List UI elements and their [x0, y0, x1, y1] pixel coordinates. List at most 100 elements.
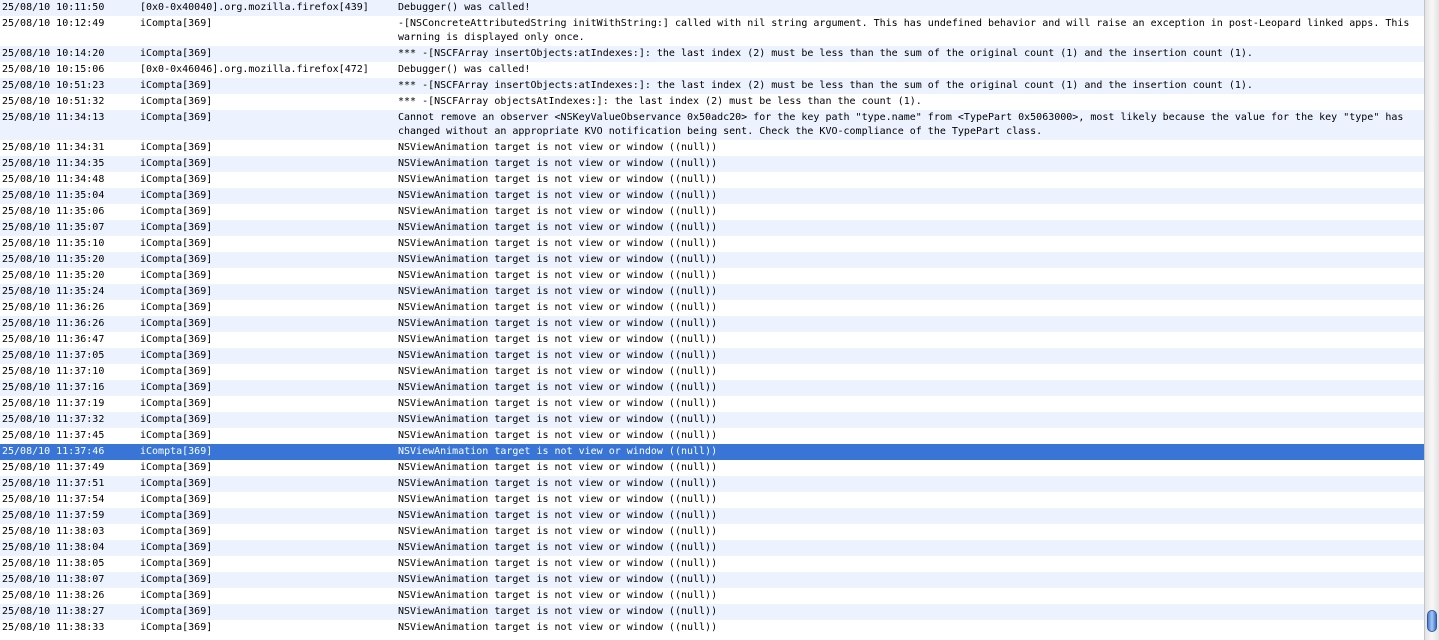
- log-row-message: NSViewAnimation target is not view or wi…: [398, 302, 718, 313]
- log-row[interactable]: 25/08/10 10:51:23 iCompta[369] *** -[NSCFA…: [0, 78, 1424, 94]
- log-row-message: NSViewAnimation target is not view or wi…: [398, 382, 718, 393]
- log-table[interactable]: 25/08/10 10:11:50 [0x0-0x40040].org.mozil…: [0, 0, 1424, 636]
- log-row-message: Cannot remove an observer <NSKeyValueObs…: [398, 112, 1404, 137]
- log-row[interactable]: 25/08/10 10:12:49 iCompta[369] -[NSConcret…: [0, 16, 1424, 46]
- log-row-message: NSViewAnimation target is not view or wi…: [398, 318, 718, 329]
- log-row-message: *** -[NSCFArray objectsAtIndexes:]: the …: [398, 96, 922, 107]
- log-row-message: NSViewAnimation target is not view or wi…: [398, 542, 718, 553]
- log-row-message: NSViewAnimation target is not view or wi…: [398, 350, 718, 361]
- log-row-time: 25/08/10 11:37:16: [2, 382, 105, 393]
- log-row-message: NSViewAnimation target is not view or wi…: [398, 398, 718, 409]
- log-row-time: 25/08/10 11:37:05: [2, 350, 105, 361]
- log-row-message: NSViewAnimation target is not view or wi…: [398, 526, 718, 537]
- log-row[interactable]: 25/08/10 11:36:26 iCompta[369] NSViewAnima…: [0, 316, 1424, 332]
- log-row[interactable]: 25/08/10 11:37:16 iCompta[369] NSViewAnima…: [0, 380, 1424, 396]
- log-row-sender: iCompta[369]: [140, 462, 213, 473]
- log-row-message: NSViewAnimation target is not view or wi…: [398, 462, 718, 473]
- log-row[interactable]: 25/08/10 11:37:32 iCompta[369] NSViewAnima…: [0, 412, 1424, 428]
- log-row-message: Debugger() was called!: [398, 2, 531, 13]
- log-row[interactable]: 25/08/10 11:34:48 iCompta[369] NSViewAnima…: [0, 172, 1424, 188]
- log-row[interactable]: 25/08/10 11:37:51 iCompta[369] NSViewAnima…: [0, 476, 1424, 492]
- log-row-sender: iCompta[369]: [140, 112, 213, 123]
- vertical-scrollbar[interactable]: [1424, 0, 1439, 640]
- log-row[interactable]: 25/08/10 11:35:06 iCompta[369] NSViewAnima…: [0, 204, 1424, 220]
- log-row-message: NSViewAnimation target is not view or wi…: [398, 446, 718, 457]
- log-row-time: 25/08/10 11:37:59: [2, 510, 105, 521]
- log-row-message: NSViewAnimation target is not view or wi…: [398, 270, 718, 281]
- log-row-time: 25/08/10 10:15:06: [2, 64, 105, 75]
- log-row-time: 25/08/10 11:34:31: [2, 142, 105, 153]
- log-row-message: NSViewAnimation target is not view or wi…: [398, 574, 718, 585]
- log-row-sender: iCompta[369]: [140, 190, 213, 201]
- log-row[interactable]: 25/08/10 11:35:10 iCompta[369] NSViewAnima…: [0, 236, 1424, 252]
- log-row[interactable]: 25/08/10 11:37:19 iCompta[369] NSViewAnima…: [0, 396, 1424, 412]
- log-row-message: -[NSConcreteAttributedString initWithStr…: [398, 18, 1410, 43]
- log-row[interactable]: 25/08/10 11:35:20 iCompta[369] NSViewAnima…: [0, 268, 1424, 284]
- log-row[interactable]: 25/08/10 11:35:04 iCompta[369] NSViewAnima…: [0, 188, 1424, 204]
- console-log-view: 25/08/10 10:11:50 [0x0-0x40040].org.mozil…: [0, 0, 1439, 640]
- log-row[interactable]: 25/08/10 11:37:49 iCompta[369] NSViewAnima…: [0, 460, 1424, 476]
- log-row-time: 25/08/10 11:35:07: [2, 222, 105, 233]
- log-row-time: 25/08/10 11:36:26: [2, 302, 105, 313]
- log-row[interactable]: 25/08/10 10:51:32 iCompta[369] *** -[NSCFA…: [0, 94, 1424, 110]
- log-row[interactable]: 25/08/10 11:38:27 iCompta[369] NSViewAnima…: [0, 604, 1424, 620]
- log-row-message: NSViewAnimation target is not view or wi…: [398, 254, 718, 265]
- log-row[interactable]: 25/08/10 11:38:26 iCompta[369] NSViewAnima…: [0, 588, 1424, 604]
- log-row-time: 25/08/10 11:37:19: [2, 398, 105, 409]
- log-row[interactable]: 25/08/10 11:34:13 iCompta[369] Cannot remo…: [0, 110, 1424, 140]
- log-row-time: 25/08/10 11:34:35: [2, 158, 105, 169]
- log-row-time: 25/08/10 11:35:04: [2, 190, 105, 201]
- log-row[interactable]: 25/08/10 11:38:07 iCompta[369] NSViewAnima…: [0, 572, 1424, 588]
- log-row-sender: iCompta[369]: [140, 446, 213, 457]
- log-row[interactable]: 25/08/10 11:38:04 iCompta[369] NSViewAnima…: [0, 540, 1424, 556]
- log-row-time: 25/08/10 11:37:54: [2, 494, 105, 505]
- log-row[interactable]: 25/08/10 11:37:46 iCompta[369] NSViewAnima…: [0, 444, 1424, 460]
- log-row-sender: iCompta[369]: [140, 494, 213, 505]
- log-row-sender: iCompta[369]: [140, 18, 213, 29]
- log-row-sender: [0x0-0x40040].org.mozilla.firefox[439]: [140, 2, 369, 13]
- log-row-time: 25/08/10 11:36:47: [2, 334, 105, 345]
- log-row[interactable]: 25/08/10 11:35:24 iCompta[369] NSViewAnima…: [0, 284, 1424, 300]
- log-row[interactable]: 25/08/10 11:37:54 iCompta[369] NSViewAnima…: [0, 492, 1424, 508]
- log-row-time: 25/08/10 11:34:48: [2, 174, 105, 185]
- log-row[interactable]: 25/08/10 11:37:59 iCompta[369] NSViewAnima…: [0, 508, 1424, 524]
- log-row-time: 25/08/10 11:38:26: [2, 590, 105, 601]
- log-row[interactable]: 25/08/10 11:34:31 iCompta[369] NSViewAnima…: [0, 140, 1424, 156]
- log-row[interactable]: 25/08/10 11:37:10 iCompta[369] NSViewAnima…: [0, 364, 1424, 380]
- log-row[interactable]: 25/08/10 11:37:45 iCompta[369] NSViewAnima…: [0, 428, 1424, 444]
- log-row-message: NSViewAnimation target is not view or wi…: [398, 414, 718, 425]
- log-row-sender: iCompta[369]: [140, 158, 213, 169]
- log-row[interactable]: 25/08/10 10:11:50 [0x0-0x40040].org.mozil…: [0, 0, 1424, 16]
- log-row[interactable]: 25/08/10 11:34:35 iCompta[369] NSViewAnima…: [0, 156, 1424, 172]
- log-row-sender: iCompta[369]: [140, 526, 213, 537]
- log-row[interactable]: 25/08/10 10:14:20 iCompta[369] *** -[NSCFA…: [0, 46, 1424, 62]
- log-row-sender: iCompta[369]: [140, 270, 213, 281]
- log-row-message: NSViewAnimation target is not view or wi…: [398, 622, 718, 633]
- log-row-sender: iCompta[369]: [140, 238, 213, 249]
- log-row-time: 25/08/10 10:12:49: [2, 18, 105, 29]
- log-row[interactable]: 25/08/10 11:38:33 iCompta[369] NSViewAnima…: [0, 620, 1424, 636]
- log-row-sender: iCompta[369]: [140, 542, 213, 553]
- log-row[interactable]: 25/08/10 11:38:05 iCompta[369] NSViewAnima…: [0, 556, 1424, 572]
- log-row[interactable]: 25/08/10 11:36:26 iCompta[369] NSViewAnima…: [0, 300, 1424, 316]
- log-row-message: *** -[NSCFArray insertObjects:atIndexes:…: [398, 80, 1253, 91]
- log-row-time: 25/08/10 11:34:13: [2, 112, 105, 123]
- log-row[interactable]: 25/08/10 11:35:20 iCompta[369] NSViewAnima…: [0, 252, 1424, 268]
- log-row-sender: iCompta[369]: [140, 510, 213, 521]
- log-row-time: 25/08/10 11:38:05: [2, 558, 105, 569]
- log-row-message: *** -[NSCFArray insertObjects:atIndexes:…: [398, 48, 1253, 59]
- log-row[interactable]: 25/08/10 11:36:47 iCompta[369] NSViewAnima…: [0, 332, 1424, 348]
- log-row[interactable]: 25/08/10 11:37:05 iCompta[369] NSViewAnima…: [0, 348, 1424, 364]
- log-row[interactable]: 25/08/10 11:35:07 iCompta[369] NSViewAnima…: [0, 220, 1424, 236]
- log-row-sender: iCompta[369]: [140, 286, 213, 297]
- log-row[interactable]: 25/08/10 10:15:06 [0x0-0x46046].org.mozil…: [0, 62, 1424, 78]
- scrollbar-thumb[interactable]: [1427, 610, 1437, 632]
- log-row-sender: iCompta[369]: [140, 414, 213, 425]
- log-row-message: NSViewAnimation target is not view or wi…: [398, 366, 718, 377]
- log-row-time: 25/08/10 11:37:45: [2, 430, 105, 441]
- log-row-sender: iCompta[369]: [140, 96, 213, 107]
- log-row[interactable]: 25/08/10 11:38:03 iCompta[369] NSViewAnima…: [0, 524, 1424, 540]
- log-row-sender: iCompta[369]: [140, 174, 213, 185]
- log-row-sender: iCompta[369]: [140, 350, 213, 361]
- log-row-time: 25/08/10 10:51:23: [2, 80, 105, 91]
